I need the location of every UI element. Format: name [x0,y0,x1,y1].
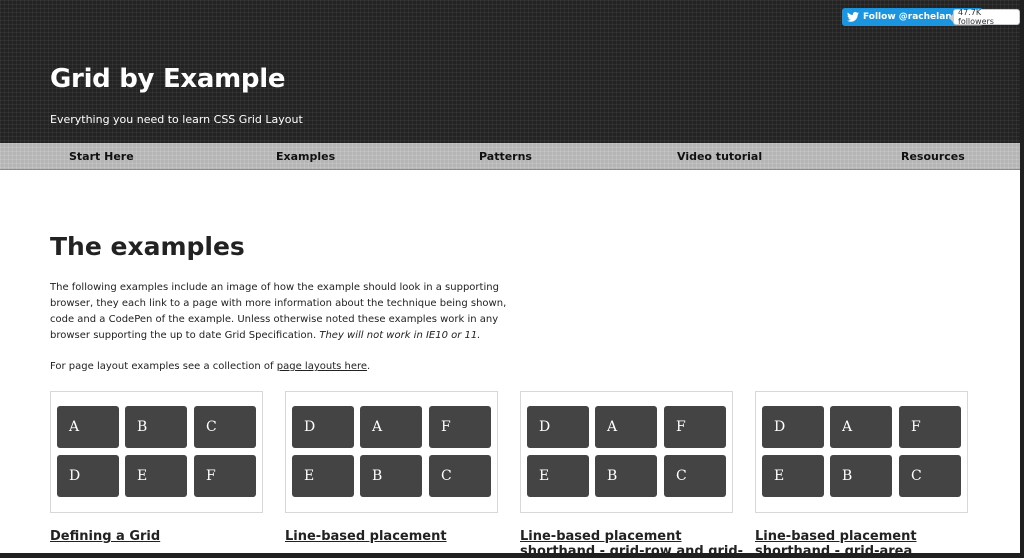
example-title-link[interactable]: Line-based placement [285,529,447,544]
twitter-bird-icon [847,12,859,22]
grid-cell: D [57,455,119,497]
site-title[interactable]: Grid by Example [50,64,285,94]
nav-item-examples[interactable]: Examples [276,150,335,163]
grid-cell: B [360,455,422,497]
grid-cell: B [125,406,187,448]
grid-cell: D [527,406,589,448]
nav-item-video-tutorial[interactable]: Video tutorial [677,150,762,163]
nav-item-start-here[interactable]: Start Here [69,150,134,163]
grid-cell: C [664,455,726,497]
example-title: Line-based placement [520,529,682,544]
grid-cell: F [664,406,726,448]
example-title-link[interactable]: Defining a Grid [50,529,160,544]
page-layouts-suffix: . [367,361,371,372]
main-nav: Start Here Examples Patterns Video tutor… [0,143,1020,170]
grid-cell: E [292,455,354,497]
grid-cell: F [194,455,256,497]
grid-cell: C [194,406,256,448]
grid-cell: A [830,406,892,448]
grid-cell: C [899,455,961,497]
grid-cell: F [429,406,491,448]
page-layouts-line: For page layout examples see a collectio… [50,359,370,375]
grid-cell: A [360,406,422,448]
site-header: Grid by Example Everything you need to l… [0,0,1020,143]
nav-item-resources[interactable]: Resources [901,150,965,163]
example-card-line-based-shorthand-area[interactable]: D A F E B C [755,391,968,513]
example-card-line-based[interactable]: D A F E B C [285,391,498,513]
window-edge [1020,0,1024,558]
example-title: Line-based placement [755,529,917,544]
intro-paragraph: The following examples include an image … [50,280,530,344]
grid-cell: A [595,406,657,448]
grid-cell: B [830,455,892,497]
grid-cell: E [762,455,824,497]
example-title: Line-based placement [285,529,447,544]
site-tagline: Everything you need to learn CSS Grid La… [50,113,303,126]
window-bottom-edge [0,553,1024,558]
twitter-follower-count[interactable]: 47.7K followers [949,8,1020,26]
grid-cell: D [762,406,824,448]
example-card-line-based-shorthand-row[interactable]: D A F E B C [520,391,733,513]
grid-cell: E [125,455,187,497]
page-title: The examples [50,232,245,261]
example-title: Defining a Grid [50,529,161,544]
grid-cell: B [595,455,657,497]
page-layouts-prefix: For page layout examples see a collectio… [50,361,274,372]
example-card-defining-grid[interactable]: A B C D E F [50,391,263,513]
grid-cell: D [292,406,354,448]
grid-cell: A [57,406,119,448]
grid-cell: F [899,406,961,448]
grid-cell: E [527,455,589,497]
nav-item-patterns[interactable]: Patterns [479,150,532,163]
page-layouts-link[interactable]: page layouts here [277,361,367,372]
intro-browser-note: They will not work in IE10 or 11. [319,330,481,341]
grid-cell: C [429,455,491,497]
